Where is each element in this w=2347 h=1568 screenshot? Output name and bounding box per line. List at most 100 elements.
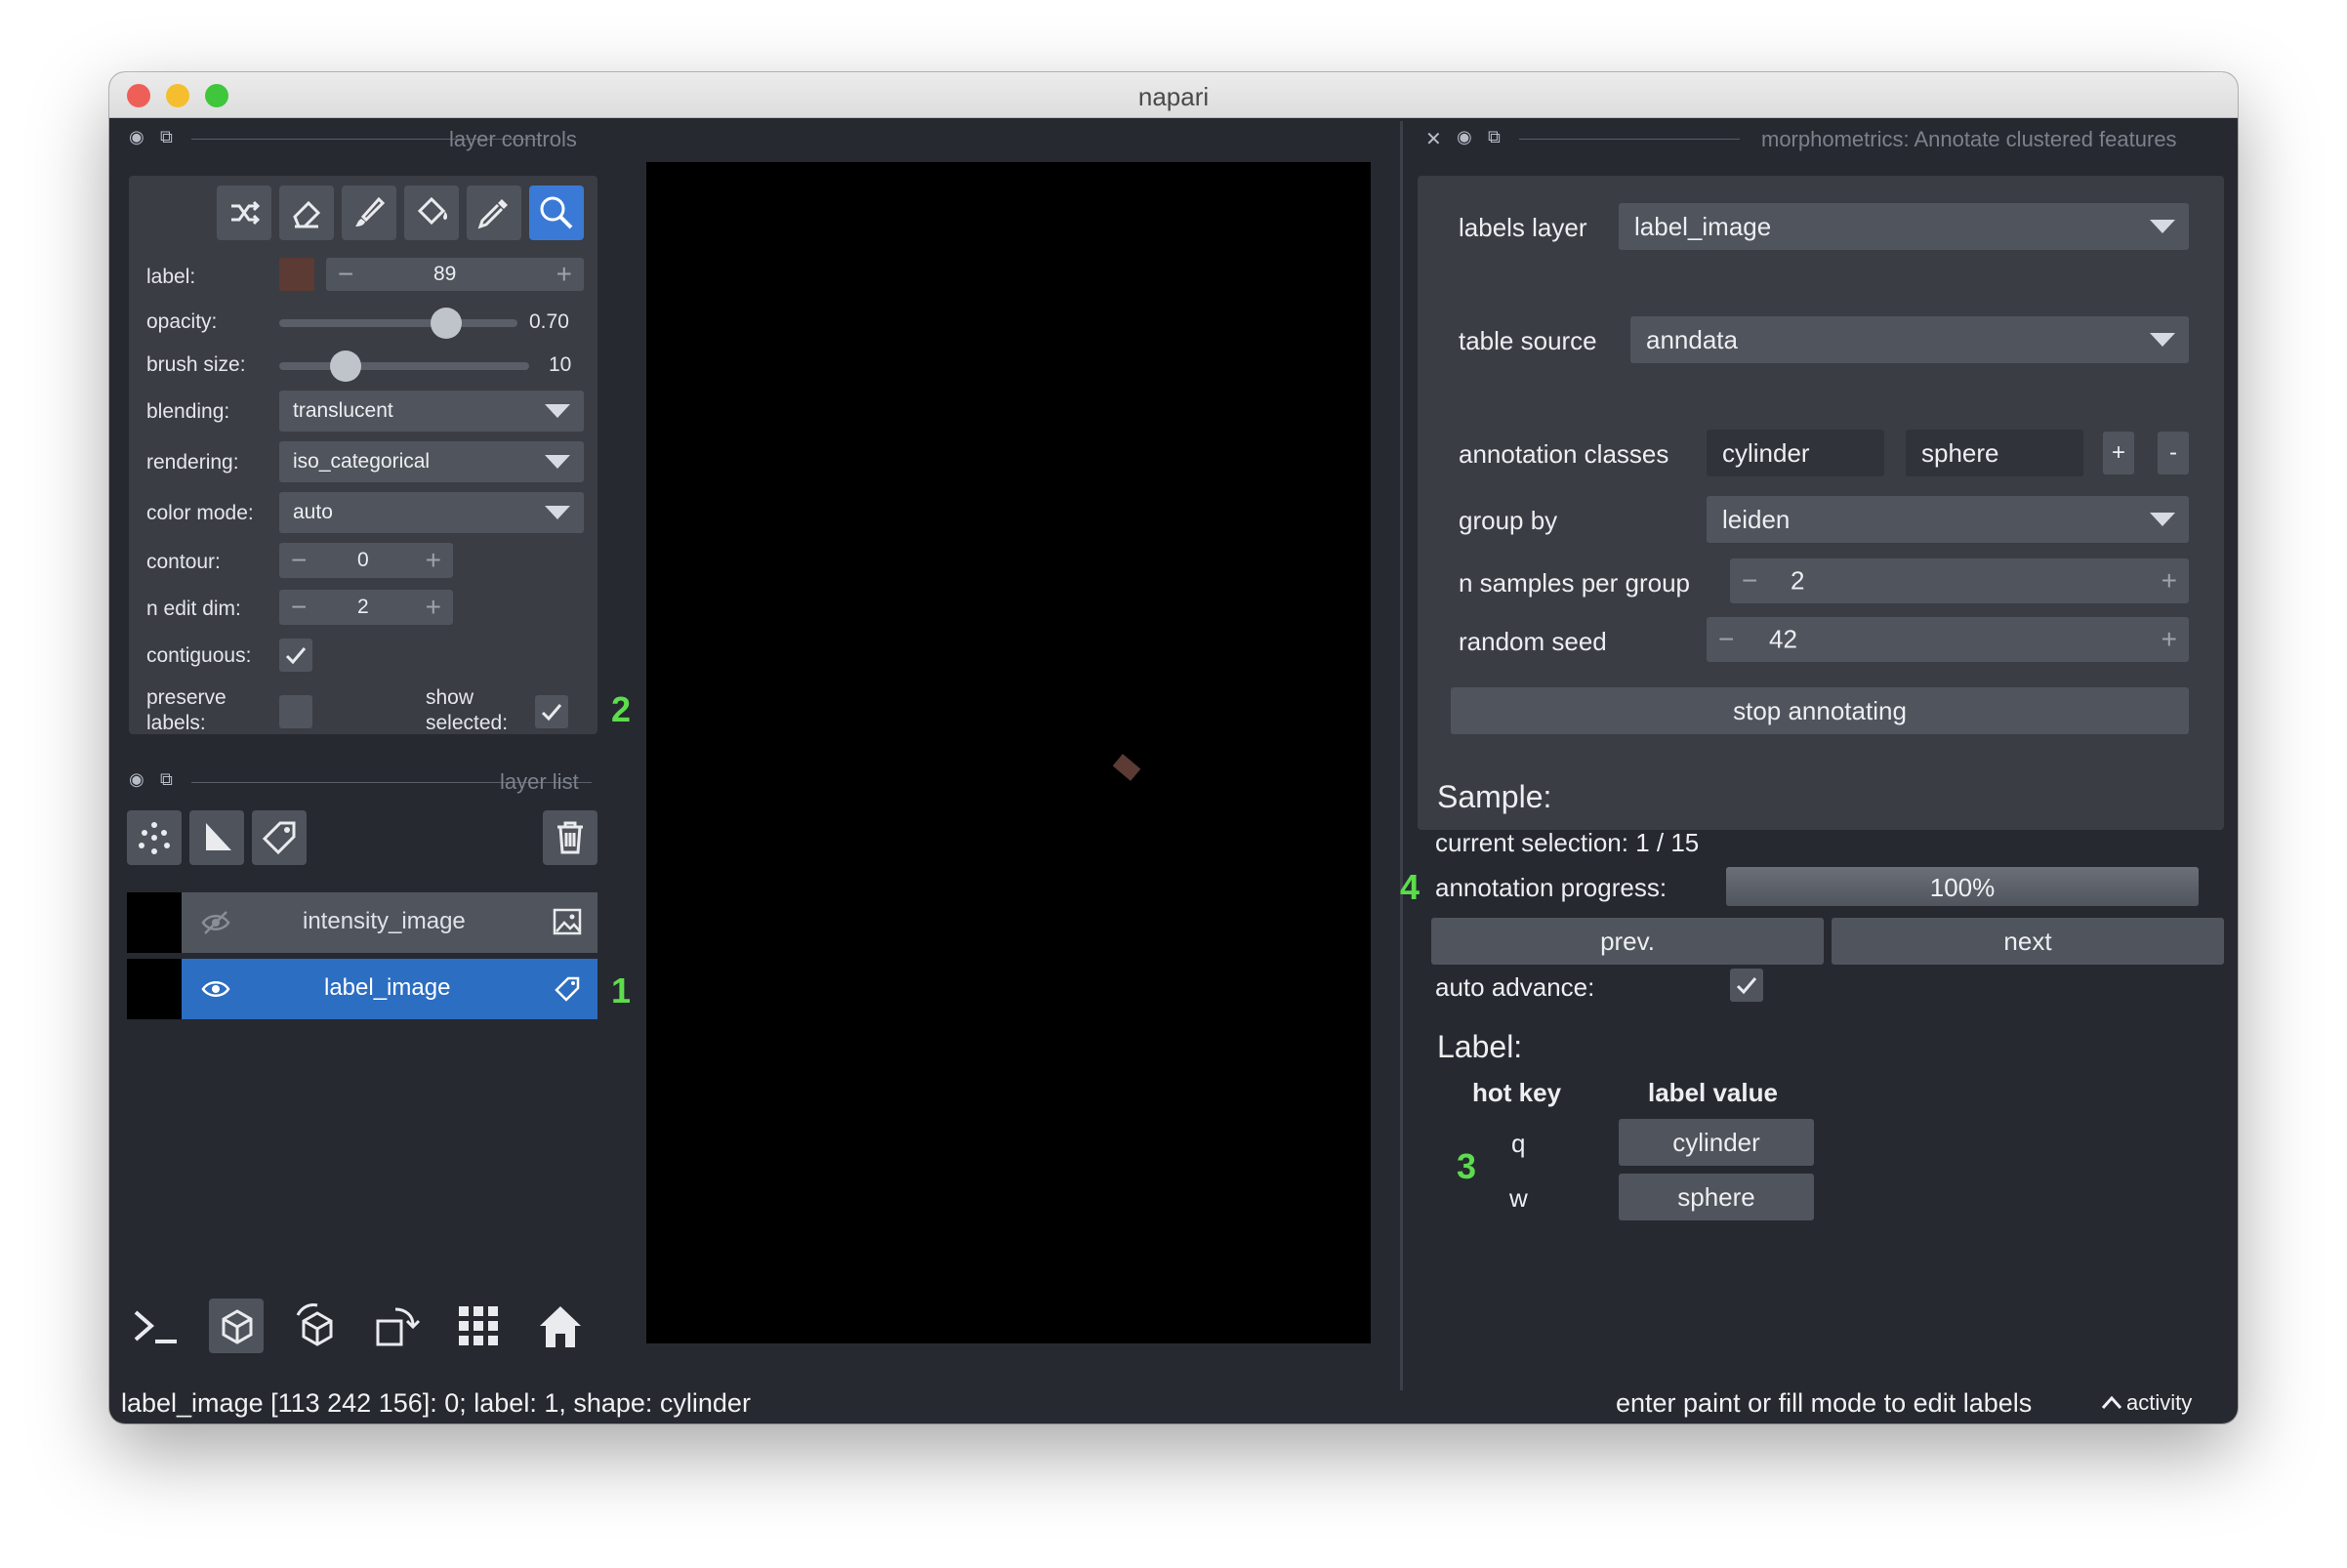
close-icon[interactable]: ✕: [1425, 127, 1442, 151]
label-spinbox[interactable]: − 89 +: [326, 258, 584, 291]
prev-button[interactable]: prev.: [1431, 918, 1824, 965]
label-value: 89: [433, 263, 457, 285]
contour-spinbox[interactable]: − 0 +: [279, 543, 453, 578]
color-mode-value: auto: [293, 501, 333, 523]
eye-icon[interactable]: ◉: [129, 127, 144, 147]
decrement-icon[interactable]: −: [1742, 565, 1757, 597]
decrement-icon[interactable]: −: [291, 592, 307, 623]
increment-icon[interactable]: +: [556, 259, 572, 290]
status-message: label_image [113 242 156]: 0; label: 1, …: [121, 1388, 751, 1418]
labeled-object: [1112, 754, 1141, 781]
eye-icon[interactable]: ◉: [1457, 127, 1472, 147]
window-title: napari: [1137, 82, 1210, 111]
preserve-labels-line1: preserve: [146, 686, 226, 709]
activity-button[interactable]: activity: [2101, 1390, 2192, 1416]
brush-size-value: 10: [549, 353, 572, 376]
random-seed-spinbox[interactable]: − 42 +: [1707, 617, 2189, 662]
stop-annotating-button[interactable]: stop annotating: [1451, 687, 2189, 734]
label-tag-icon: [555, 976, 580, 1007]
title-bar: napari: [109, 72, 2238, 118]
label-button-cylinder[interactable]: cylinder: [1619, 1119, 1814, 1166]
n-edit-dim-spinbox[interactable]: − 2 +: [279, 590, 453, 625]
rendering-label: rendering:: [146, 451, 239, 474]
group-by-label: group by: [1459, 506, 1558, 535]
remove-class-button[interactable]: -: [2158, 432, 2189, 475]
chevron-down-icon: [2150, 513, 2175, 526]
dock-splitter[interactable]: [1400, 121, 1403, 1390]
paintbrush-icon[interactable]: [342, 186, 396, 240]
eyedropper-icon[interactable]: [467, 186, 521, 240]
increment-icon[interactable]: +: [2162, 624, 2177, 655]
transpose-icon[interactable]: [369, 1299, 424, 1353]
layer-row-intensity-image[interactable]: intensity_image: [127, 892, 597, 953]
brush-size-slider[interactable]: [279, 362, 529, 370]
class-input-sphere[interactable]: sphere: [1906, 430, 2083, 476]
header-divider: [1519, 139, 1740, 140]
random-seed-label: random seed: [1459, 627, 1607, 656]
image-icon: [553, 908, 582, 940]
new-points-layer-icon[interactable]: [127, 810, 182, 865]
ndisplay-toggle-icon[interactable]: [209, 1299, 264, 1353]
label-color-swatch[interactable]: [279, 258, 314, 291]
annotation-classes-label: annotation classes: [1459, 439, 1669, 469]
eye-icon[interactable]: ◉: [129, 769, 144, 790]
float-icon[interactable]: ⧉: [1488, 127, 1501, 147]
layer-name[interactable]: intensity_image: [303, 908, 466, 935]
preserve-labels-checkbox[interactable]: [279, 695, 312, 728]
contiguous-checkbox[interactable]: [279, 639, 312, 672]
auto-advance-checkbox[interactable]: [1730, 969, 1763, 1002]
eraser-icon[interactable]: [279, 186, 334, 240]
increment-icon[interactable]: +: [426, 545, 441, 576]
fill-bucket-icon[interactable]: [404, 186, 459, 240]
decrement-icon[interactable]: −: [291, 545, 307, 576]
label-button-sphere[interactable]: sphere: [1619, 1174, 1814, 1220]
next-button[interactable]: next: [1832, 918, 2224, 965]
new-shapes-layer-icon[interactable]: [189, 810, 244, 865]
color-mode-dropdown[interactable]: auto: [279, 492, 584, 533]
labels-layer-dropdown[interactable]: label_image: [1619, 203, 2189, 250]
hotkey-q: q: [1511, 1129, 1526, 1158]
opacity-slider-handle[interactable]: [430, 308, 462, 339]
eye-icon[interactable]: [201, 976, 230, 1007]
label-field-label: label:: [146, 266, 196, 288]
shuffle-icon[interactable]: [217, 186, 271, 240]
brush-size-slider-handle[interactable]: [330, 351, 361, 382]
preserve-labels-label: preserve labels:: [146, 685, 226, 736]
contour-value: 0: [357, 549, 369, 571]
show-selected-checkbox[interactable]: [535, 695, 568, 728]
zoom-icon[interactable]: [529, 186, 584, 240]
decrement-icon[interactable]: −: [338, 259, 353, 290]
n-samples-spinbox[interactable]: − 2 +: [1730, 558, 2189, 603]
annotation-marker-1: 1: [611, 970, 632, 1011]
class-input-cylinder[interactable]: cylinder: [1707, 430, 1884, 476]
group-by-dropdown[interactable]: leiden: [1707, 496, 2189, 543]
roll-dims-icon[interactable]: [291, 1299, 346, 1353]
show-selected-label: show selected:: [426, 685, 508, 736]
home-icon[interactable]: [533, 1299, 588, 1353]
increment-icon[interactable]: +: [426, 592, 441, 623]
eye-closed-icon[interactable]: [201, 910, 230, 940]
increment-icon[interactable]: +: [2162, 565, 2177, 597]
contour-label: contour:: [146, 551, 221, 573]
labels-layer-value: label_image: [1634, 211, 1772, 241]
rendering-dropdown[interactable]: iso_categorical: [279, 441, 584, 482]
float-icon[interactable]: ⧉: [160, 769, 173, 790]
layer-name[interactable]: label_image: [324, 974, 450, 1002]
layer-row-label-image[interactable]: label_image: [127, 959, 597, 1019]
chevron-down-icon: [545, 404, 570, 418]
rendering-value: iso_categorical: [293, 450, 431, 473]
label-value-column-header: label value: [1648, 1078, 1778, 1107]
viewer-canvas[interactable]: [646, 162, 1371, 1343]
decrement-icon[interactable]: −: [1718, 624, 1734, 655]
add-class-button[interactable]: +: [2103, 432, 2134, 475]
layer-thumbnail: [127, 959, 182, 1019]
blending-dropdown[interactable]: translucent: [279, 391, 584, 432]
opacity-slider[interactable]: [279, 319, 517, 327]
grid-view-icon[interactable]: [451, 1299, 506, 1353]
console-icon[interactable]: [129, 1299, 184, 1353]
new-labels-layer-icon[interactable]: [252, 810, 307, 865]
layer-controls-title: layer controls: [449, 127, 577, 151]
float-icon[interactable]: ⧉: [160, 127, 173, 147]
table-source-dropdown[interactable]: anndata: [1630, 316, 2189, 363]
delete-layer-icon[interactable]: [543, 810, 597, 865]
